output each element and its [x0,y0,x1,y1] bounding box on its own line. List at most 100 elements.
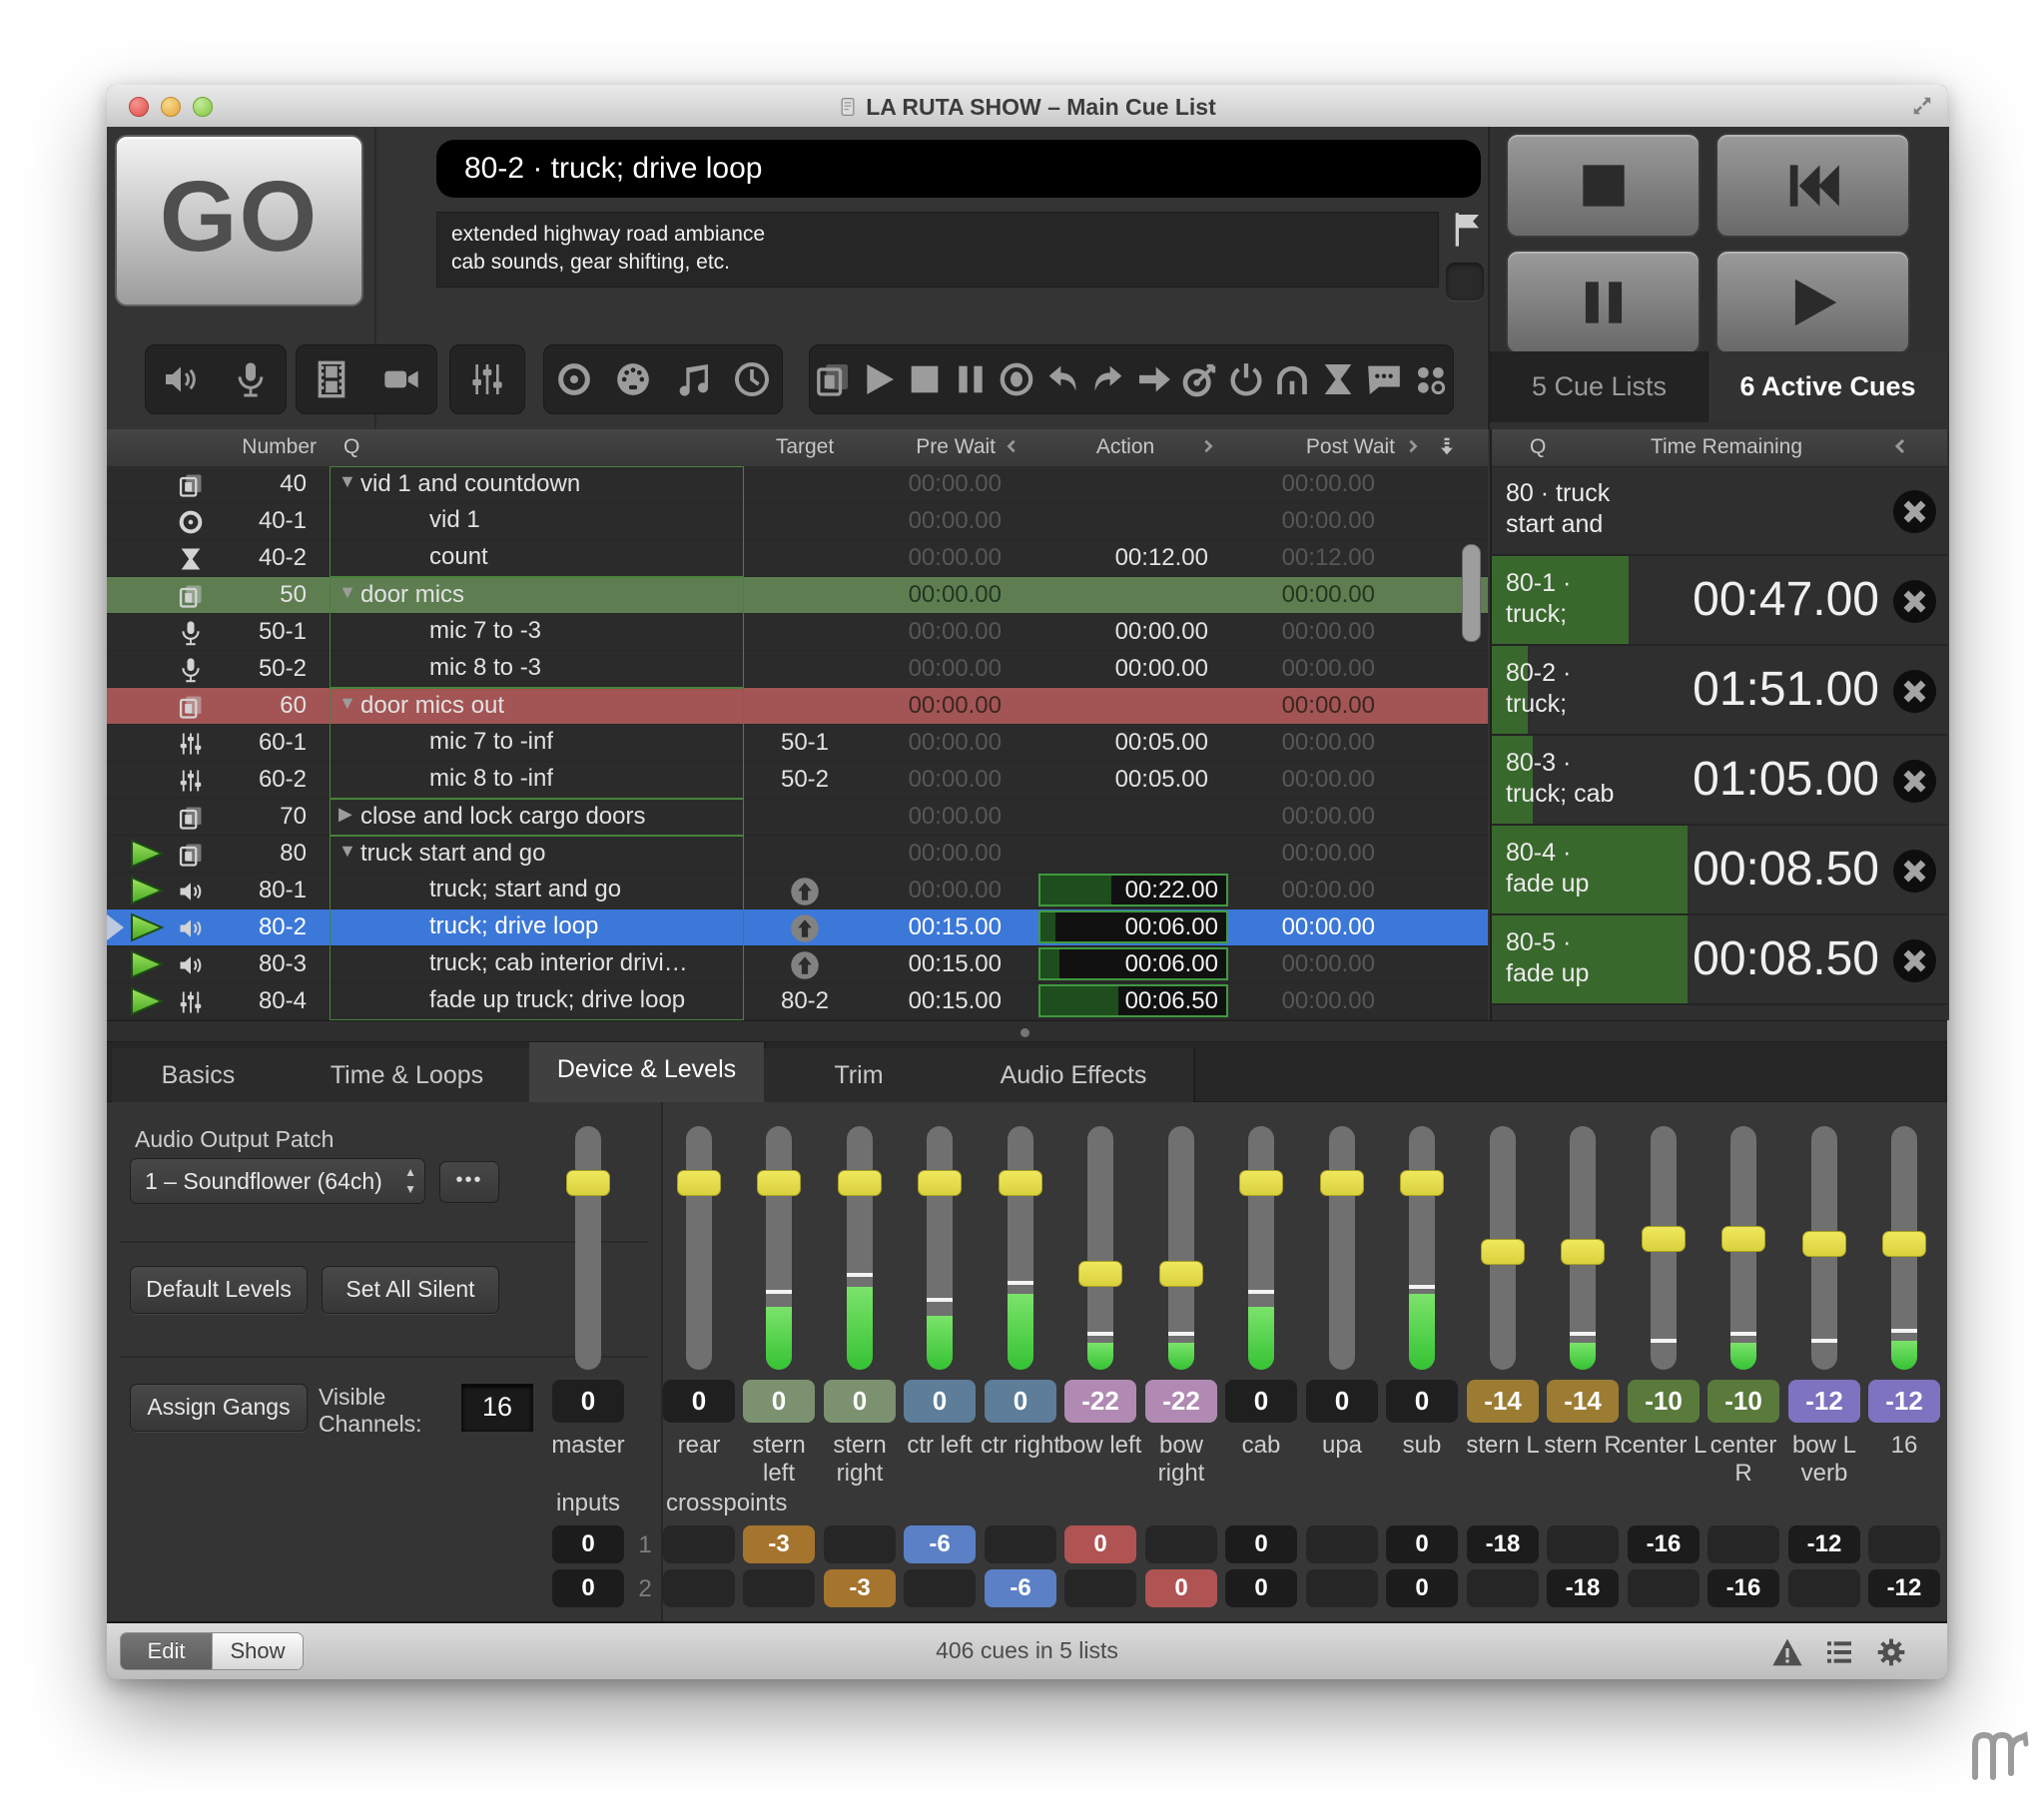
pre-wait-value[interactable]: 00:00.00 [852,581,1002,609]
cue-row[interactable]: 40-1vid 100:00.0000:00.00 [107,503,1488,540]
active-q-header[interactable]: Q [1530,435,1546,459]
fader-track[interactable] [575,1126,601,1370]
action-value[interactable]: 00:05.00 [1009,766,1208,794]
crosspoint-cell[interactable]: -18 [1547,1569,1619,1607]
pre-wait-value[interactable]: 00:00.00 [852,544,1002,572]
crosspoint-cell[interactable] [1064,1569,1136,1607]
column-q[interactable]: Q [343,435,359,459]
channel-level-value[interactable]: -10 [1628,1380,1700,1423]
post-wait-value[interactable]: 00:00.00 [1225,987,1375,1015]
fader-handle[interactable] [1400,1170,1444,1196]
scrollbar-thumb[interactable] [1462,544,1481,642]
fader-handle[interactable] [1642,1226,1686,1252]
tab-audio-effects[interactable]: Audio Effects [954,1048,1195,1102]
cue-name-cell[interactable]: ▼door mics [330,577,744,614]
stop-button[interactable] [1506,133,1701,238]
post-wait-value[interactable]: 00:00.00 [1225,729,1375,757]
tab-cue-lists[interactable]: 5 Cue Lists [1490,351,1707,422]
action-progress[interactable]: 00:06.00 [1038,910,1228,943]
cue-name-cell[interactable]: mic 7 to -inf [330,725,744,762]
post-wait-value[interactable]: 00:00.00 [1225,655,1375,683]
cue-name-cell[interactable]: fade up truck; drive loop [330,983,744,1020]
camera-icon[interactable] [381,359,421,399]
faders-icon[interactable] [467,359,507,399]
channel-level-value[interactable]: 0 [743,1380,815,1423]
active-cue-row[interactable]: 80-1 ·truck;00:47.00 [1492,556,1947,646]
target-dart-icon[interactable] [1180,359,1220,399]
pre-wait-value[interactable]: 00:00.00 [852,729,1002,757]
post-wait-value[interactable]: 00:12.00 [1225,544,1375,572]
warning-icon[interactable] [1771,1636,1803,1668]
clock-icon[interactable] [732,359,772,399]
redo-icon[interactable] [1088,359,1128,399]
pre-wait-value[interactable]: 00:00.00 [852,766,1002,794]
column-number[interactable]: Number [197,435,317,459]
active-time-header[interactable]: Time Remaining [1612,435,1841,459]
crosspoint-cell[interactable]: 0 [1064,1525,1136,1563]
cue-row[interactable]: 40-2count00:00.0000:12.0000:12.00 [107,540,1488,577]
post-wait-value[interactable]: 00:00.00 [1225,581,1375,609]
fader-handle[interactable] [1481,1239,1525,1265]
channel-level-value[interactable]: -12 [1868,1380,1940,1423]
fader-handle[interactable] [1802,1231,1846,1257]
set-all-silent-button[interactable]: Set All Silent [322,1266,499,1314]
fader-handle[interactable] [757,1170,801,1196]
disclosure-open-icon[interactable]: ▼ [339,582,356,603]
action-progress[interactable]: 00:06.50 [1038,984,1228,1017]
stop-cue-button[interactable] [1892,669,1937,714]
cue-name-cell[interactable]: mic 7 to -3 [330,614,744,651]
stop-cue-button[interactable] [1892,489,1937,534]
stop-cue-button[interactable] [1892,759,1937,804]
crosspoint-cell[interactable]: 0 [1225,1525,1297,1563]
flagged-toggle[interactable] [1446,263,1484,301]
active-cues-header[interactable]: Q Time Remaining [1492,429,1947,467]
action-value[interactable]: 00:00.00 [1009,618,1208,646]
crosspoint-cell[interactable]: 0 [1225,1569,1297,1607]
pre-wait-value[interactable]: 00:00.00 [852,692,1002,720]
chevron-left-icon[interactable] [1891,437,1909,455]
tab-device-levels[interactable]: Device & Levels [529,1042,766,1102]
chevron-left-icon[interactable] [1004,438,1020,454]
record-icon[interactable] [997,359,1036,399]
crosspoint-cell[interactable]: -18 [1467,1525,1539,1563]
patch-more-button[interactable]: ••• [439,1161,499,1203]
pre-wait-value[interactable]: 00:15.00 [852,913,1002,941]
channel-level-value[interactable]: 0 [1386,1380,1458,1423]
pause-button[interactable] [1506,250,1701,354]
post-wait-value[interactable]: 00:00.00 [1225,766,1375,794]
post-wait-value[interactable]: 00:00.00 [1225,913,1375,941]
fader-track[interactable] [927,1126,953,1370]
pause-icon[interactable] [951,359,991,399]
cue-row[interactable]: 80-1truck; start and go00:00.0000:22.000… [107,873,1488,909]
channel-level-value[interactable]: 0 [1225,1380,1297,1423]
post-wait-value[interactable]: 00:00.00 [1225,840,1375,868]
cue-row[interactable]: 80▼truck start and go00:00.0000:00.00 [107,836,1488,873]
column-target[interactable]: Target [755,435,855,459]
cue-row[interactable]: 80-2truck; drive loop00:15.0000:06.0000:… [107,909,1488,946]
cue-row[interactable]: 80-4fade up truck; drive loop80-200:15.0… [107,983,1488,1020]
pane-splitter[interactable] [107,1020,1947,1042]
cue-row[interactable]: 60-2mic 8 to -inf50-200:00.0000:05.0000:… [107,762,1488,799]
channel-level-value[interactable]: 0 [552,1380,624,1423]
stop-icon[interactable] [905,359,945,399]
post-wait-value[interactable]: 00:00.00 [1225,618,1375,646]
tab-trim[interactable]: Trim [764,1048,956,1102]
post-wait-value[interactable]: 00:00.00 [1225,877,1375,904]
cue-row[interactable]: 50-2mic 8 to -300:00.0000:00.0000:00.00 [107,651,1488,688]
channel-level-value[interactable]: -22 [1145,1380,1217,1423]
hourglass-icon[interactable] [1318,359,1358,399]
pre-wait-value[interactable]: 00:00.00 [852,803,1002,831]
crosspoint-cell[interactable] [985,1525,1056,1563]
crosspoint-cell[interactable] [1547,1525,1619,1563]
channel-level-value[interactable]: -14 [1547,1380,1619,1423]
crosspoint-cell[interactable] [663,1525,735,1563]
active-cue-row[interactable]: 80-5 ·fade up00:08.50 [1492,915,1947,1005]
power-icon[interactable] [1226,359,1266,399]
crosspoint-cell[interactable]: -6 [904,1525,976,1563]
pre-wait-value[interactable]: 00:00.00 [852,840,1002,868]
midi-icon[interactable] [613,359,653,399]
active-cue-row[interactable]: 80-4 ·fade up00:08.50 [1492,826,1947,915]
crosspoint-cell[interactable] [663,1569,735,1607]
cue-name-cell[interactable]: truck; cab interior drivi… [330,946,744,983]
undo-icon[interactable] [1042,359,1082,399]
